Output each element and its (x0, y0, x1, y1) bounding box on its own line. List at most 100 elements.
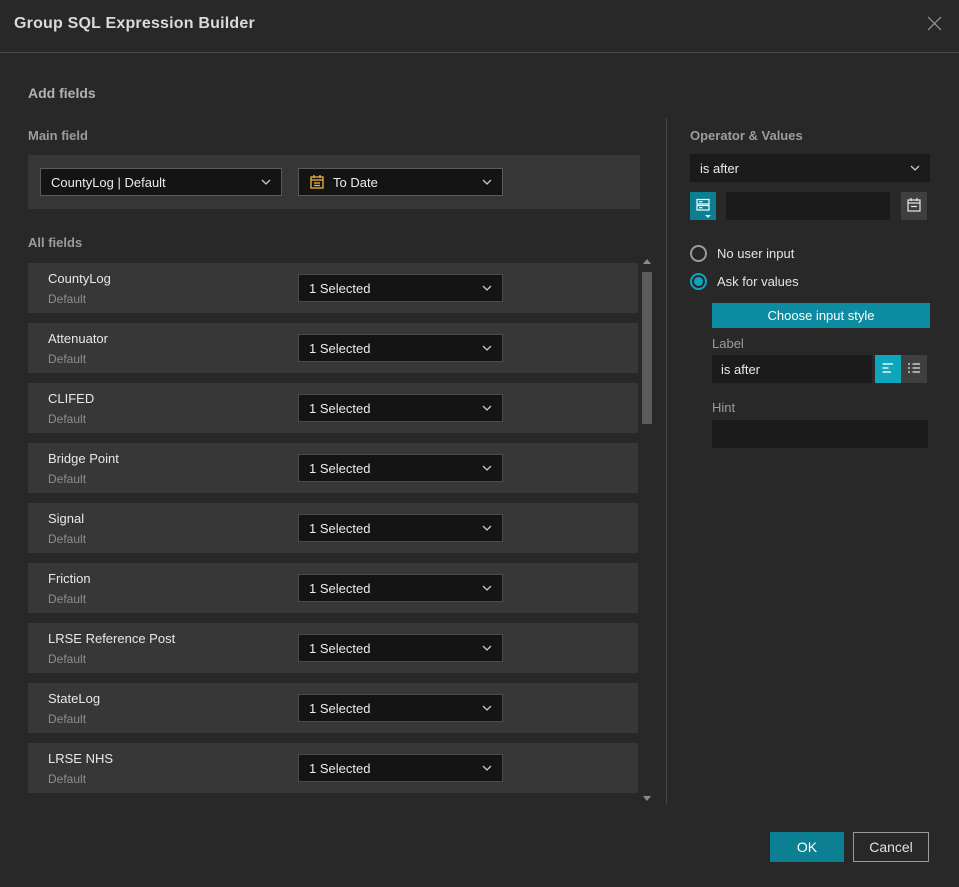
list-style-toggle[interactable] (901, 355, 927, 383)
field-selection-dropdown[interactable]: 1 Selected (298, 694, 503, 722)
hint-field-label: Hint (712, 400, 736, 415)
field-row: Attenuator Default 1 Selected (28, 323, 638, 373)
field-selection-value: 1 Selected (309, 580, 371, 596)
field-selection-dropdown[interactable]: 1 Selected (298, 634, 503, 662)
group-sql-expression-builder-dialog: Group SQL Expression Builder Add fields … (0, 0, 959, 887)
chevron-down-icon (261, 179, 271, 185)
chevron-down-icon (482, 179, 492, 185)
field-selection-dropdown[interactable]: 1 Selected (298, 514, 503, 542)
field-row: Friction Default 1 Selected (28, 563, 638, 613)
field-name: CountyLog (48, 271, 111, 286)
field-subtitle: Default (48, 592, 87, 606)
field-row: CountyLog Default 1 Selected (28, 263, 638, 313)
field-selection-dropdown[interactable]: 1 Selected (298, 754, 503, 782)
field-selection-dropdown[interactable]: 1 Selected (298, 394, 503, 422)
field-name: LRSE Reference Post (48, 631, 176, 646)
field-name: Signal (48, 511, 85, 526)
field-name: CLIFED (48, 391, 95, 406)
field-name: StateLog (48, 691, 101, 706)
field-row: CLIFED Default 1 Selected (28, 383, 638, 433)
field-subtitle: Default (48, 532, 87, 546)
radio-icon (690, 245, 707, 262)
field-subtitle: Default (48, 412, 87, 426)
hint-input[interactable] (712, 420, 928, 448)
field-row: Signal Default 1 Selected (28, 503, 638, 553)
chevron-down-icon (482, 345, 492, 351)
field-selection-value: 1 Selected (309, 640, 371, 656)
field-subtitle: Default (48, 772, 87, 786)
chevron-down-icon (482, 285, 492, 291)
scroll-up-icon[interactable] (643, 259, 651, 264)
field-selection-dropdown[interactable]: 1 Selected (298, 454, 503, 482)
field-selection-value: 1 Selected (309, 700, 371, 716)
field-subtitle: Default (48, 712, 87, 726)
main-field-label: Main field (28, 128, 88, 143)
main-field-panel: CountyLog | Default To Date (28, 155, 640, 209)
operator-values-panel: Operator & Values is after No user input… (690, 0, 930, 860)
field-row: StateLog Default 1 Selected (28, 683, 638, 733)
value-type-button[interactable] (690, 192, 716, 220)
operator-values-heading: Operator & Values (690, 128, 803, 143)
scroll-down-icon[interactable] (643, 796, 651, 801)
input-mode-radio[interactable]: No user input (690, 245, 794, 262)
field-subtitle: Default (48, 652, 87, 666)
field-selection-value: 1 Selected (309, 280, 371, 296)
cancel-button[interactable]: Cancel (853, 832, 929, 862)
field-name: Friction (48, 571, 91, 586)
field-selection-value: 1 Selected (309, 340, 371, 356)
chevron-down-icon (482, 585, 492, 591)
field-selection-dropdown[interactable]: 1 Selected (298, 574, 503, 602)
operator-dropdown[interactable]: is after (690, 154, 930, 182)
align-left-icon (880, 360, 896, 379)
field-subtitle: Default (48, 352, 87, 366)
field-name: Attenuator (48, 331, 108, 346)
field-row: LRSE Reference Post Default 1 Selected (28, 623, 638, 673)
field-row: LRSE NHS Default 1 Selected (28, 743, 638, 793)
calendar-icon (906, 197, 922, 216)
field-name: LRSE NHS (48, 751, 114, 766)
chevron-down-icon (482, 765, 492, 771)
chevron-down-icon (482, 465, 492, 471)
choose-input-style-button[interactable]: Choose input style (712, 303, 930, 328)
list-icon (906, 360, 922, 379)
date-field-dropdown-value: To Date (333, 174, 378, 190)
chevron-down-icon (482, 705, 492, 711)
fields-list-scrollbar (642, 257, 652, 803)
all-fields-list: CountyLog Default 1 Selected Attenuator … (28, 263, 638, 793)
date-picker-button[interactable] (901, 192, 927, 220)
radio-label: Ask for values (717, 274, 799, 289)
add-fields-heading: Add fields (28, 85, 96, 101)
field-subtitle: Default (48, 472, 87, 486)
field-row: Bridge Point Default 1 Selected (28, 443, 638, 493)
field-selection-dropdown[interactable]: 1 Selected (298, 274, 503, 302)
main-field-dropdown[interactable]: CountyLog | Default (40, 168, 282, 196)
panel-divider (666, 118, 667, 804)
chevron-down-icon (705, 215, 711, 218)
stacked-rows-icon (695, 197, 711, 216)
radio-label: No user input (717, 246, 795, 261)
field-selection-value: 1 Selected (309, 520, 371, 536)
field-selection-value: 1 Selected (309, 760, 371, 776)
label-field-label: Label (712, 336, 744, 351)
scrollbar-thumb[interactable] (642, 272, 652, 424)
chevron-down-icon (482, 525, 492, 531)
field-name: Bridge Point (48, 451, 119, 466)
field-selection-value: 1 Selected (309, 400, 371, 416)
date-field-dropdown[interactable]: To Date (298, 168, 503, 196)
ok-button[interactable]: OK (770, 832, 844, 862)
date-value-input[interactable] (726, 192, 890, 220)
operator-dropdown-value: is after (700, 160, 740, 176)
calendar-icon (309, 174, 325, 190)
input-mode-radio[interactable]: Ask for values (690, 273, 799, 290)
radio-icon (690, 273, 707, 290)
label-input[interactable] (712, 355, 872, 383)
field-selection-value: 1 Selected (309, 460, 371, 476)
all-fields-label: All fields (28, 235, 83, 250)
field-subtitle: Default (48, 292, 87, 306)
chevron-down-icon (482, 645, 492, 651)
chevron-down-icon (910, 165, 920, 171)
field-selection-dropdown[interactable]: 1 Selected (298, 334, 503, 362)
chevron-down-icon (482, 405, 492, 411)
single-value-style-toggle[interactable] (875, 355, 901, 383)
dialog-title: Group SQL Expression Builder (14, 15, 255, 32)
